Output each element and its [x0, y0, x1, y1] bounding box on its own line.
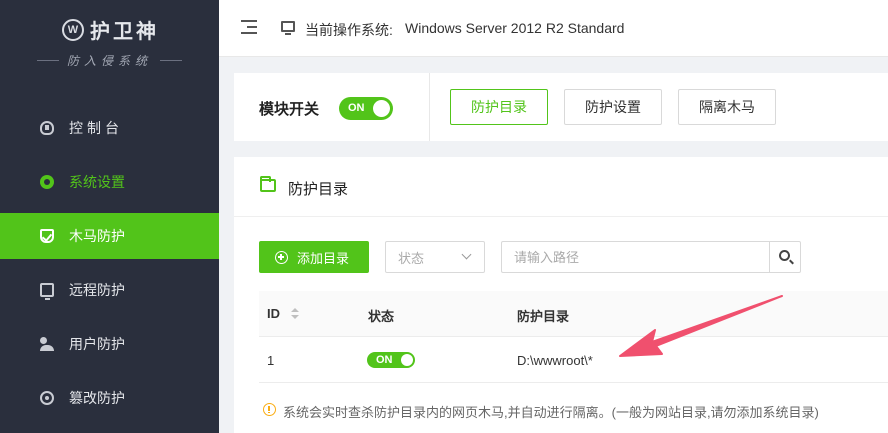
warning-icon: [263, 403, 276, 416]
sidebar-item-label: 用户防护: [69, 336, 125, 352]
path-search-input[interactable]: [501, 241, 770, 273]
add-directory-button[interactable]: 添加目录: [259, 241, 369, 273]
tab-protected-dirs[interactable]: 防护目录: [450, 89, 548, 125]
status-select-value: 状态: [398, 250, 425, 266]
tab-quarantine[interactable]: 隔离木马: [678, 89, 776, 125]
sort-icon[interactable]: [291, 308, 299, 320]
sidebar: W 护卫神 防入侵系统 控制台 系统设置 木马防护 远程防护 用户防护 篡改防护: [0, 0, 219, 433]
search-icon: [779, 250, 790, 261]
sidebar-item-system-settings[interactable]: 系统设置: [0, 159, 219, 205]
panel-header: 防护目录: [234, 157, 888, 217]
sidebar-item-dashboard[interactable]: 控制台: [0, 105, 219, 151]
users-icon: [40, 337, 54, 351]
folder-shield-icon: [260, 176, 276, 192]
sidebar-item-label: 篡改防护: [69, 390, 125, 406]
logo-badge-icon: W: [62, 18, 84, 41]
os-value: Windows Server 2012 R2 Standard: [405, 20, 625, 36]
app-name: 护卫神: [90, 21, 159, 43]
shield-icon: [40, 229, 54, 243]
table-row: 1 ON D:\wwwroot\*: [259, 337, 888, 383]
row-status-toggle[interactable]: ON: [367, 352, 415, 368]
dashboard-icon: [40, 121, 54, 135]
module-switch-label: 模块开关: [259, 101, 320, 118]
sidebar-item-remote-protection[interactable]: 远程防护: [0, 267, 219, 313]
sidebar-item-label: 系统设置: [69, 174, 125, 190]
plus-circle-icon: [275, 250, 288, 264]
module-toggle-text: ON: [348, 102, 365, 114]
column-header-path: 防护目录: [517, 309, 570, 324]
logo: W 护卫神 防入侵系统: [0, 0, 219, 90]
app-subtitle: 防入侵系统: [0, 52, 219, 69]
row-status-text: ON: [376, 354, 393, 366]
row-id: 1: [267, 353, 275, 368]
sidebar-item-user-protection[interactable]: 用户防护: [0, 321, 219, 367]
computer-icon: [281, 21, 295, 35]
module-toggle[interactable]: ON: [339, 97, 393, 120]
sidebar-item-label: 远程防护: [69, 282, 125, 298]
column-header-status: 状态: [368, 309, 395, 324]
panel-title: 防护目录: [288, 181, 349, 198]
search-button[interactable]: [769, 241, 801, 273]
os-label: 当前操作系统:: [305, 22, 393, 38]
tab-protection-settings[interactable]: 防护设置: [564, 89, 662, 125]
menu-collapse-icon[interactable]: [241, 20, 257, 34]
divider: [429, 73, 430, 141]
top-bar: 当前操作系统: Windows Server 2012 R2 Standard: [219, 0, 888, 57]
chevron-down-icon: [461, 249, 472, 260]
column-header-id[interactable]: ID: [267, 306, 280, 321]
status-select[interactable]: 状态: [385, 241, 485, 273]
sidebar-item-label: 控制台: [69, 120, 123, 136]
add-directory-label: 添加目录: [297, 250, 350, 266]
sidebar-item-tamper-protection[interactable]: 篡改防护: [0, 375, 219, 421]
gear-icon: [40, 175, 54, 189]
tamper-icon: [40, 391, 54, 405]
monitor-icon: [40, 283, 54, 300]
app-subtitle-text: 防入侵系统: [66, 54, 152, 68]
annotation-arrow-icon: [619, 295, 783, 357]
sidebar-item-label: 木马防护: [69, 228, 125, 244]
sidebar-item-trojan-protection[interactable]: 木马防护: [0, 213, 219, 259]
row-path: D:\wwwroot\*: [517, 353, 593, 368]
module-card: 模块开关 ON 防护目录 防护设置 隔离木马: [234, 73, 888, 141]
table-header: ID 状态 防护目录: [259, 291, 888, 337]
panel-note: 系统会实时查杀防护目录内的网页木马,并自动进行隔离。(一般为网站目录,请勿添加系…: [283, 405, 819, 420]
